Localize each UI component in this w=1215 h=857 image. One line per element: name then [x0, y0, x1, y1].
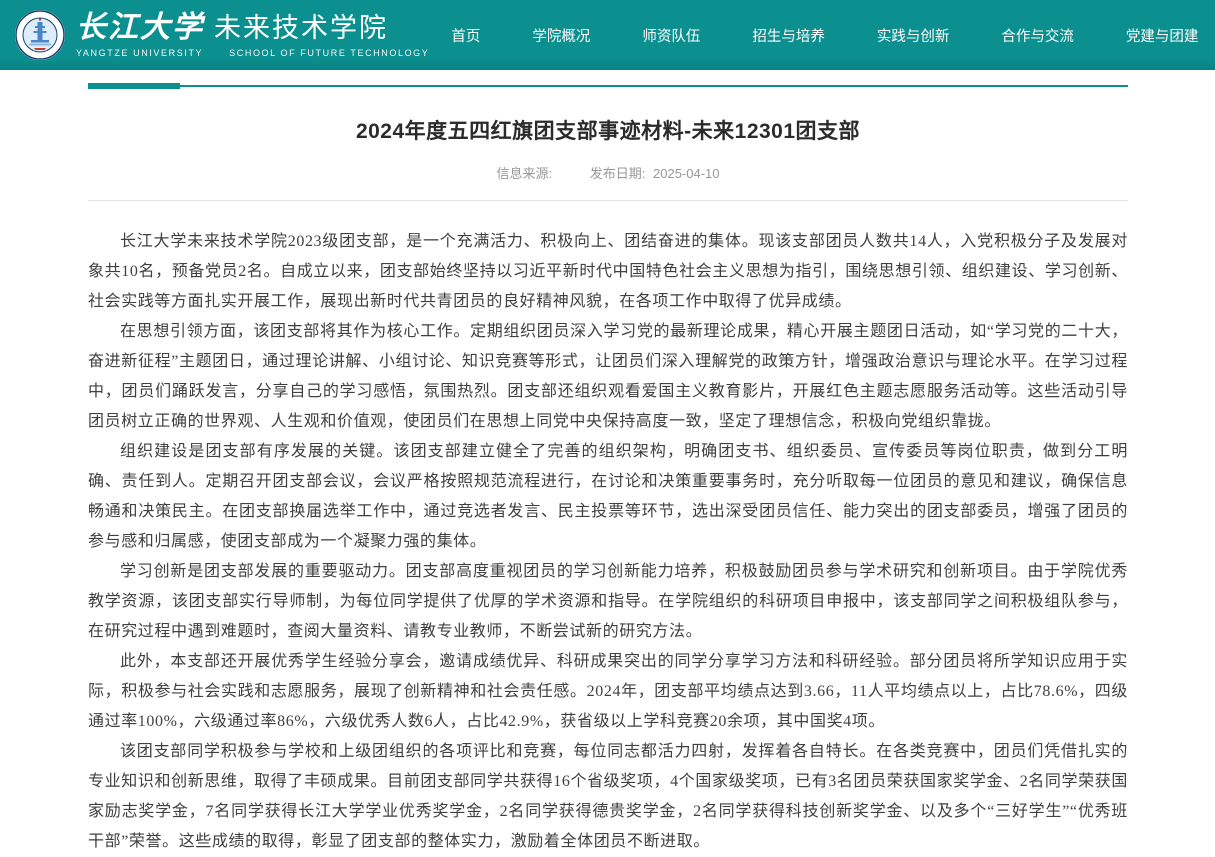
article-paragraph: 此外，本支部还开展优秀学生经验分享会，邀请成绩优异、科研成果突出的同学分享学习方…	[88, 647, 1128, 737]
logo-text: 长江大学 未来技术学院 YANGTZE UNIVERSITY SCHOOL OF…	[76, 13, 429, 58]
article-meta: 信息来源: 发布日期: 2025-04-10	[88, 163, 1128, 182]
site-header: 长江大学 未来技术学院 YANGTZE UNIVERSITY SCHOOL OF…	[0, 0, 1215, 70]
accent-line-thick-segment	[88, 83, 180, 89]
nav-item-home[interactable]: 首页	[429, 17, 502, 54]
university-emblem-icon	[14, 9, 66, 61]
article-paragraph: 学习创新是团支部发展的重要驱动力。团支部高度重视团员的学习创新能力培养，积极鼓励…	[88, 557, 1128, 647]
accent-line-thin-segment	[180, 85, 1128, 87]
logo-school-name: 未来技术学院	[214, 15, 388, 42]
nav-item-cooperation-exchange[interactable]: 合作与交流	[979, 17, 1096, 54]
meta-date-value: 2025-04-10	[653, 166, 720, 181]
article-paragraph: 组织建设是团支部有序发展的关键。该团支部建立健全了完善的组织架构，明确团支书、组…	[88, 437, 1128, 557]
article-title: 2024年度五四红旗团支部事迹材料-未来12301团支部	[88, 115, 1128, 145]
logo-school-name-en: SCHOOL OF FUTURE TECHNOLOGY	[229, 49, 429, 58]
nav-item-party-league[interactable]: 党建与团建	[1104, 17, 1215, 54]
logo[interactable]: 长江大学 未来技术学院 YANGTZE UNIVERSITY SCHOOL OF…	[14, 9, 429, 61]
nav-item-faculty[interactable]: 师资队伍	[620, 17, 722, 54]
accent-line	[88, 83, 1128, 89]
article-paragraph: 长江大学未来技术学院2023级团支部，是一个充满活力、积极向上、团结奋进的集体。…	[88, 227, 1128, 317]
main-nav: 首页 学院概况 师资队伍 招生与培养 实践与创新 合作与交流 党建与团建 下载专…	[429, 17, 1215, 54]
meta-divider	[88, 200, 1128, 201]
logo-university-name-en: YANGTZE UNIVERSITY	[76, 49, 203, 58]
article-paragraph: 该团支部同学积极参与学校和上级团组织的各项评比和竞赛，每位同志都活力四射，发挥着…	[88, 737, 1128, 857]
nav-item-practice-innovation[interactable]: 实践与创新	[855, 17, 972, 54]
meta-source-label: 信息来源:	[497, 166, 553, 181]
logo-university-name: 长江大学	[76, 13, 204, 43]
meta-date-label: 发布日期:	[590, 166, 646, 181]
article-paragraph: 在思想引领方面，该团支部将其作为核心工作。定期组织团员深入学习党的最新理论成果，…	[88, 317, 1128, 437]
article-body: 长江大学未来技术学院2023级团支部，是一个充满活力、积极向上、团结奋进的集体。…	[88, 227, 1128, 857]
article-container: 2024年度五四红旗团支部事迹材料-未来12301团支部 信息来源: 发布日期:…	[88, 83, 1128, 857]
nav-item-college-overview[interactable]: 学院概况	[510, 17, 612, 54]
nav-item-admissions[interactable]: 招生与培养	[730, 17, 847, 54]
